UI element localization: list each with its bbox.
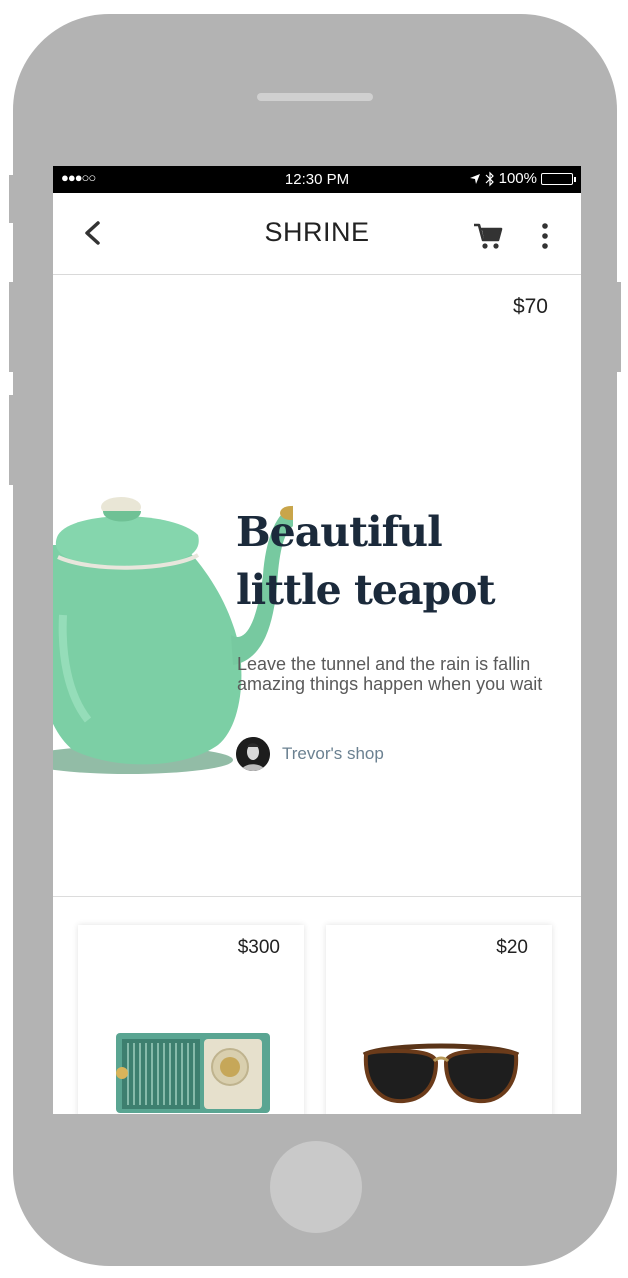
shop-avatar (236, 737, 270, 771)
product-card-sunglasses[interactable]: $20 (326, 925, 552, 1114)
home-button[interactable] (270, 1141, 362, 1233)
volume-up-button (9, 282, 15, 372)
speaker-grille (257, 93, 373, 101)
featured-description: Leave the tunnel and the rain is fallin … (237, 654, 543, 694)
bluetooth-icon (485, 171, 494, 186)
status-right: 100% (469, 170, 576, 187)
battery-percent: 100% (498, 170, 537, 187)
product-price: $20 (496, 937, 528, 958)
mute-switch (9, 175, 15, 223)
status-bar: ●●●○○ 12:30 PM 100% (53, 166, 581, 193)
product-grid: $300 $20 (53, 897, 581, 1114)
volume-down-button (9, 395, 15, 485)
sunglasses-image (362, 1043, 520, 1104)
featured-title-line-1: Beautiful (236, 508, 443, 556)
power-button (615, 282, 621, 372)
shop-link[interactable]: Trevor's shop (236, 737, 384, 771)
featured-price: $70 (512, 295, 548, 318)
featured-title: Beautiful little teapot (236, 503, 566, 619)
shopping-cart-icon[interactable] (472, 221, 504, 251)
shop-name: Trevor's shop (282, 744, 384, 763)
battery-icon (541, 172, 576, 185)
radio-image (116, 1033, 270, 1113)
app-bar: SHRINE (53, 193, 581, 275)
more-vert-icon[interactable] (537, 221, 553, 251)
location-arrow-icon (469, 173, 480, 184)
featured-title-line-2: little teapot (236, 566, 496, 614)
product-card-radio[interactable]: $300 (78, 925, 304, 1114)
screen: ●●●○○ 12:30 PM 100% SHRINE $70 Beautiful… (53, 166, 581, 1114)
product-price: $300 (237, 937, 280, 958)
featured-product[interactable]: $70 Beautiful little teapot Leave the tu… (53, 275, 581, 897)
